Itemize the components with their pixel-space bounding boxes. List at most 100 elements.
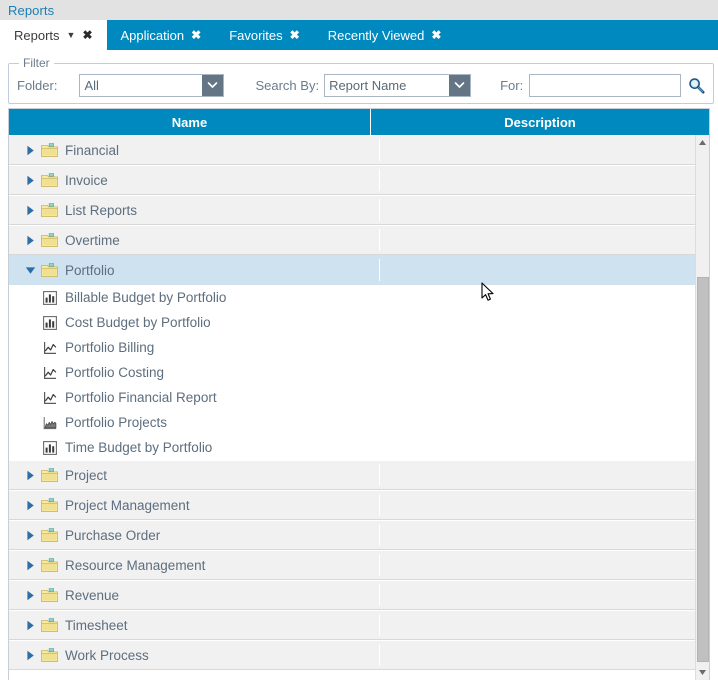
report-name: Portfolio Costing xyxy=(65,365,165,380)
area-chart-icon xyxy=(42,415,58,431)
column-divider xyxy=(379,464,380,486)
grid-header: Name Description xyxy=(9,109,709,135)
folder-name: Purchase Order xyxy=(65,527,161,543)
column-divider xyxy=(379,169,380,191)
scrollbar-thumb[interactable] xyxy=(697,277,709,662)
filter-row: Folder: All Search By: Report Name For: xyxy=(17,73,705,97)
filter-section: Filter Folder: All Search By: Report Nam… xyxy=(0,50,718,108)
expand-triangle-icon[interactable] xyxy=(23,620,37,631)
scroll-down-button[interactable] xyxy=(696,665,709,680)
column-header-description[interactable]: Description xyxy=(371,109,709,135)
search-by-select[interactable]: Report Name xyxy=(324,73,472,97)
search-by-label: Search By: xyxy=(255,77,320,93)
report-row[interactable]: Portfolio Costing xyxy=(9,360,695,385)
column-header-name[interactable]: Name xyxy=(9,109,371,135)
folder-name: Revenue xyxy=(65,587,120,603)
folder-name: Resource Management xyxy=(65,557,206,573)
vertical-scrollbar[interactable] xyxy=(695,135,709,680)
chevron-down-icon[interactable] xyxy=(202,74,224,96)
folder-name: Work Process xyxy=(65,647,149,663)
tab-reports[interactable]: Reports ▼ ✖ xyxy=(0,20,107,50)
column-divider xyxy=(379,259,380,281)
grid-rows: Financial Invoice List Reports Overtime Port… xyxy=(9,135,695,680)
folder-icon xyxy=(41,203,58,217)
line-chart-icon xyxy=(42,390,58,406)
expand-triangle-icon[interactable] xyxy=(23,235,37,246)
tab-close-icon[interactable]: ✖ xyxy=(431,29,441,41)
folder-icon xyxy=(41,618,58,632)
search-icon[interactable] xyxy=(688,77,705,94)
scroll-up-button[interactable] xyxy=(696,135,709,150)
line-chart-icon xyxy=(42,365,58,381)
expand-triangle-icon[interactable] xyxy=(23,470,37,481)
folder-row[interactable]: Invoice xyxy=(9,165,695,195)
folder-row[interactable]: Timesheet xyxy=(9,610,695,640)
tab-recently-viewed[interactable]: Recently Viewed ✖ xyxy=(314,20,456,50)
page-titlebar: Reports xyxy=(0,0,718,20)
folder-icon xyxy=(41,498,58,512)
folder-row[interactable]: Financial xyxy=(9,135,695,165)
folder-row[interactable]: Project Management xyxy=(9,490,695,520)
report-row[interactable]: Portfolio Billing xyxy=(9,335,695,360)
chevron-down-icon[interactable] xyxy=(449,74,471,96)
folder-name: Project xyxy=(65,467,108,483)
tab-dropdown-icon[interactable]: ▼ xyxy=(67,30,76,40)
folder-row[interactable]: Revenue xyxy=(9,580,695,610)
expand-triangle-icon[interactable] xyxy=(23,175,37,186)
column-divider xyxy=(379,229,380,251)
folder-name: Portfolio xyxy=(65,262,115,278)
filter-fieldset: Filter Folder: All Search By: Report Nam… xyxy=(8,56,715,104)
tab-close-icon[interactable]: ✖ xyxy=(191,29,201,41)
expand-triangle-icon[interactable] xyxy=(23,560,37,571)
bar-chart-icon xyxy=(42,290,58,306)
expand-triangle-icon[interactable] xyxy=(23,145,37,156)
report-name: Portfolio Billing xyxy=(65,340,155,355)
folder-name: Timesheet xyxy=(65,617,128,633)
filter-legend: Filter xyxy=(23,56,50,70)
column-divider xyxy=(379,554,380,576)
column-divider xyxy=(379,644,380,666)
tab-favorites[interactable]: Favorites ✖ xyxy=(215,20,314,50)
tab-close-icon[interactable]: ✖ xyxy=(290,29,300,41)
tab-application[interactable]: Application ✖ xyxy=(107,20,216,50)
expand-triangle-icon[interactable] xyxy=(23,205,37,216)
tab-label: Application xyxy=(120,27,185,43)
folder-row[interactable]: Resource Management xyxy=(9,550,695,580)
column-divider xyxy=(379,139,380,161)
folder-select[interactable]: All xyxy=(79,73,225,97)
report-row[interactable]: Billable Budget by Portfolio xyxy=(9,285,695,310)
expand-triangle-icon[interactable] xyxy=(23,650,37,661)
report-row[interactable]: Time Budget by Portfolio xyxy=(9,435,695,460)
report-name: Billable Budget by Portfolio xyxy=(65,290,227,305)
report-row[interactable]: Cost Budget by Portfolio xyxy=(9,310,695,335)
folder-name: Financial xyxy=(65,142,120,158)
grid-body: Financial Invoice List Reports Overtime Port… xyxy=(9,135,709,680)
folder-icon xyxy=(41,468,58,482)
folder-row[interactable]: List Reports xyxy=(9,195,695,225)
expand-triangle-icon[interactable] xyxy=(23,500,37,511)
folder-row[interactable]: Overtime xyxy=(9,225,695,255)
collapse-triangle-icon[interactable] xyxy=(23,266,37,275)
folder-name: Invoice xyxy=(65,172,108,188)
report-row[interactable]: Portfolio Financial Report xyxy=(9,385,695,410)
folder-icon xyxy=(41,558,58,572)
folder-row[interactable]: Project xyxy=(9,460,695,490)
folder-name: List Reports xyxy=(65,202,138,218)
folder-row[interactable]: Portfolio xyxy=(9,255,695,285)
column-divider xyxy=(379,584,380,606)
expand-triangle-icon[interactable] xyxy=(23,590,37,601)
folder-select-value: All xyxy=(84,77,99,93)
tab-close-icon[interactable]: ✖ xyxy=(82,29,92,41)
tab-label: Favorites xyxy=(229,27,283,43)
folder-row[interactable]: Purchase Order xyxy=(9,520,695,550)
search-by-select-value: Report Name xyxy=(329,77,407,93)
for-label: For: xyxy=(500,77,524,93)
search-input[interactable] xyxy=(529,73,682,97)
expand-triangle-icon[interactable] xyxy=(23,530,37,541)
folder-row[interactable]: Work Process xyxy=(9,640,695,670)
report-name: Time Budget by Portfolio xyxy=(65,440,213,455)
folder-icon xyxy=(41,528,58,542)
folder-label: Folder: xyxy=(17,77,58,93)
report-row[interactable]: Portfolio Projects xyxy=(9,410,695,435)
column-divider xyxy=(379,524,380,546)
